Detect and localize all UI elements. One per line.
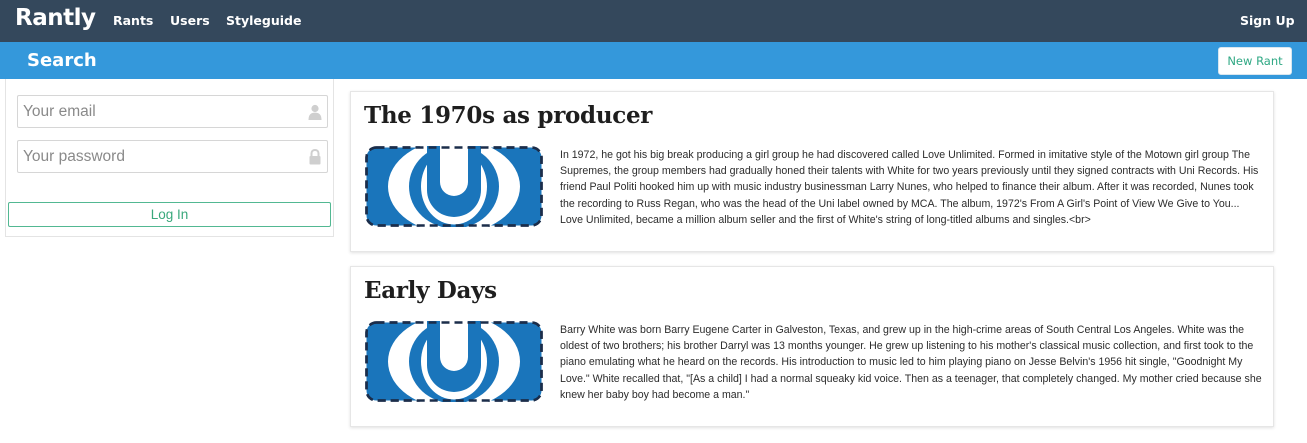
brand-logo[interactable]: Rantly [15, 5, 96, 31]
rant-title[interactable]: Early Days [364, 277, 497, 304]
nav-link-rants[interactable]: Rants [113, 13, 153, 28]
rant-card[interactable]: Early Days Barry White was born Barry Eu… [350, 266, 1274, 427]
nav-link-styleguide[interactable]: Styleguide [226, 13, 301, 28]
rant-body: In 1972, he got his big break producing … [560, 149, 1259, 226]
lock-icon [309, 149, 321, 165]
email-field[interactable] [18, 96, 298, 127]
new-rant-button[interactable]: New Rant [1218, 47, 1292, 75]
search-title[interactable]: Search [27, 50, 97, 71]
password-field[interactable] [18, 141, 298, 172]
uni-logo-image [365, 321, 543, 402]
log-in-button[interactable]: Log In [8, 202, 331, 227]
top-navbar: Rantly Rants Users Styleguide Sign Up [0, 0, 1307, 42]
rant-card[interactable]: The 1970s as producer In 1972, he got hi… [350, 91, 1274, 252]
uni-logo-image [365, 146, 543, 227]
rant-body: Barry White was born Barry Eugene Carter… [560, 324, 1262, 401]
password-field-wrapper [17, 140, 328, 173]
user-icon [308, 104, 322, 120]
sign-up-link[interactable]: Sign Up [1240, 13, 1295, 28]
search-bar: Search New Rant [0, 42, 1307, 79]
nav-link-users[interactable]: Users [170, 13, 210, 28]
login-panel: Log In [5, 79, 334, 237]
rant-title[interactable]: The 1970s as producer [364, 102, 652, 129]
email-field-wrapper [17, 95, 328, 128]
